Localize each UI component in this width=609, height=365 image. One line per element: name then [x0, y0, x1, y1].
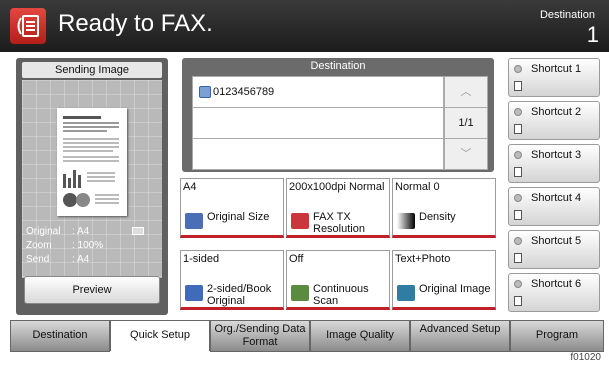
destination-panel: Destination 0123456789 ︿ 1/1 ﹀: [182, 58, 494, 172]
two-sided-icon: [185, 285, 203, 301]
density-button[interactable]: Normal 0 Density: [392, 178, 496, 238]
shortcut-3-button[interactable]: Shortcut 3: [508, 144, 600, 183]
screen-title: Ready to FAX.: [58, 10, 213, 37]
original-size-icon: [185, 213, 203, 229]
tab-org-sending-data-format[interactable]: Org./Sending Data Format: [210, 320, 310, 352]
scroll-up-button[interactable]: ︿: [444, 76, 488, 108]
original-image-button[interactable]: Text+Photo Original Image: [392, 250, 496, 310]
continuous-scan-button[interactable]: Off Continuous Scan: [286, 250, 390, 310]
tab-quick-setup[interactable]: Quick Setup: [110, 320, 210, 351]
shortcut-2-button[interactable]: Shortcut 2: [508, 101, 600, 140]
shortcut-icon: [514, 210, 522, 220]
destination-label: Destination: [539, 9, 595, 21]
two-sided-book-original-button[interactable]: 1-sided 2-sided/Book Original: [180, 250, 284, 310]
shortcut-5-button[interactable]: Shortcut 5: [508, 230, 600, 269]
shortcut-icon: [514, 124, 522, 134]
continuous-scan-icon: [291, 285, 309, 301]
indicator-dot-icon: [514, 108, 522, 116]
page-indicator: 1/1: [444, 107, 488, 139]
document-orientation-icon: [132, 227, 144, 235]
shortcut-icon: [514, 167, 522, 177]
shortcut-icon: [514, 81, 522, 91]
density-icon: [397, 213, 415, 229]
tab-destination[interactable]: Destination: [10, 320, 110, 352]
shortcut-icon: [514, 253, 522, 263]
destination-entry[interactable]: [192, 107, 444, 139]
tab-bar: Destination Quick Setup Org./Sending Dat…: [0, 320, 609, 352]
destination-entry[interactable]: [192, 138, 444, 170]
shortcut-6-button[interactable]: Shortcut 6: [508, 273, 600, 312]
fax-resolution-button[interactable]: 200x100dpi Normal FAX TX Resolution: [286, 178, 390, 238]
indicator-dot-icon: [514, 151, 522, 159]
indicator-dot-icon: [514, 237, 522, 245]
original-image-icon: [397, 285, 415, 301]
destination-entry[interactable]: 0123456789: [192, 76, 444, 108]
shortcut-1-button[interactable]: Shortcut 1: [508, 58, 600, 97]
tab-image-quality[interactable]: Image Quality: [310, 320, 410, 352]
figure-code: f01020: [570, 352, 601, 363]
tab-program[interactable]: Program: [510, 320, 604, 352]
header-bar: Ready to FAX. Destination 1: [0, 0, 609, 52]
document-thumbnail: [57, 108, 127, 216]
shortcut-icon: [514, 296, 522, 306]
fax-home-button[interactable]: [10, 8, 46, 44]
scroll-down-button[interactable]: ﹀: [444, 138, 488, 170]
indicator-dot-icon: [514, 280, 522, 288]
zoom-info: Zoom: 100%: [26, 240, 104, 251]
tab-advanced-setup[interactable]: Advanced Setup: [410, 320, 510, 352]
fax-icon: [17, 15, 39, 37]
original-size-info: Original: A4: [26, 226, 90, 237]
fax-number-icon: [199, 86, 211, 98]
send-size-info: Send: A4: [26, 254, 90, 265]
original-size-button[interactable]: A4 Original Size: [180, 178, 284, 238]
chevron-up-icon: ︿: [460, 86, 472, 98]
sending-image-title: Sending Image: [22, 62, 162, 78]
fax-resolution-icon: [291, 213, 309, 229]
chevron-down-icon: ﹀: [460, 148, 472, 160]
indicator-dot-icon: [514, 194, 522, 202]
indicator-dot-icon: [514, 65, 522, 73]
shortcut-4-button[interactable]: Shortcut 4: [508, 187, 600, 226]
destination-panel-title: Destination: [310, 60, 366, 72]
preview-button[interactable]: Preview: [24, 276, 160, 304]
destination-count: 1: [586, 22, 599, 47]
